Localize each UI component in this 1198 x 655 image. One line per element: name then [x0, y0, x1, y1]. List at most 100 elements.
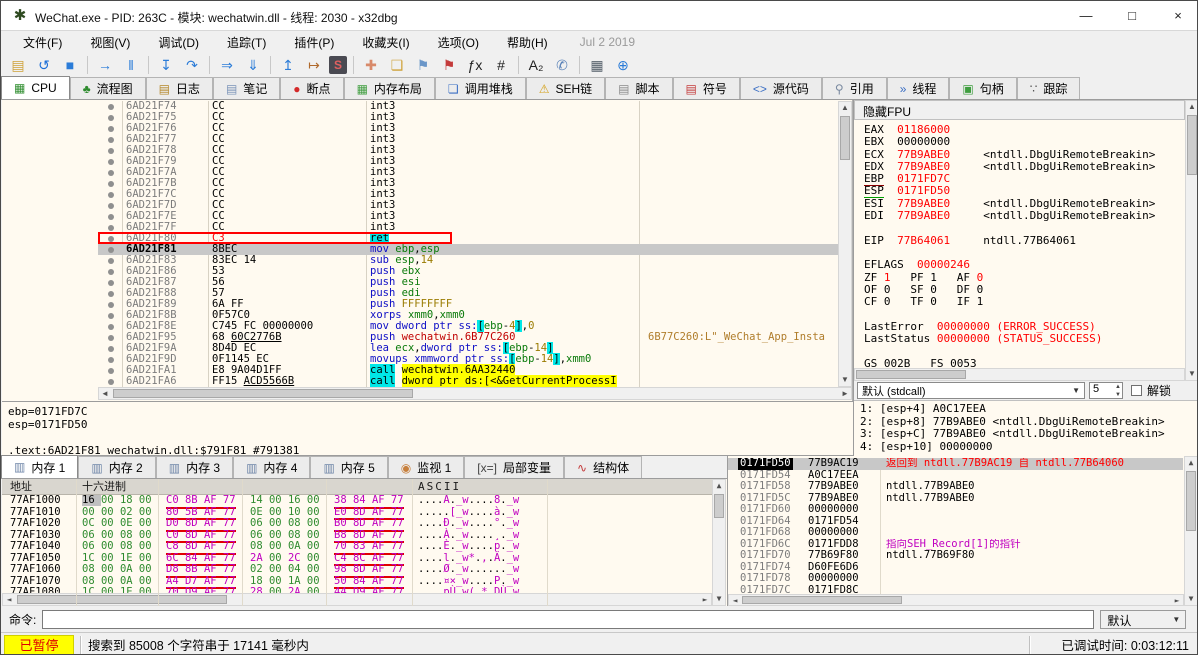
tab-struct[interactable]: ∿结构体 — [564, 456, 642, 478]
stack-row[interactable]: 0171FD6C0171FDD8指向SEH_Record[1]的指针 — [728, 539, 1183, 551]
stack-panel[interactable]: 0171FD5077B9AC19返回到 ntdll.77B9AC19 自 ntd… — [727, 456, 1198, 606]
breakpoint-dot-icon[interactable] — [108, 302, 114, 308]
breakpoint-dot-icon[interactable] — [108, 357, 114, 363]
tab-script[interactable]: ▤脚本 — [605, 77, 672, 99]
calculator-icon[interactable]: ▦ — [586, 55, 608, 75]
disasm-row[interactable]: 6AD21F80C3ret — [98, 233, 839, 244]
execute-till-return-icon[interactable]: ↥ — [277, 55, 299, 75]
step-down-icon[interactable]: ⇓ — [242, 55, 264, 75]
disasm-row[interactable]: 6AD21F77CCint3 — [98, 134, 839, 145]
scroll-down-arrow[interactable]: ▼ — [839, 374, 851, 386]
stack-row[interactable]: 0171FD640171FD54 — [728, 516, 1183, 528]
seh-chain-step-icon[interactable]: S — [329, 56, 347, 74]
favourites-globe-icon[interactable]: ⊕ — [612, 55, 634, 75]
unlock-checkbox[interactable] — [1131, 385, 1142, 396]
argument-count-stepper[interactable]: 5 ▲▼ — [1089, 382, 1123, 399]
disasm-row[interactable]: 6AD21F8857push edi — [98, 288, 839, 299]
breakpoint-dot-icon[interactable] — [108, 346, 114, 352]
disasm-vscrollbar[interactable]: ▲ ▼ — [838, 101, 852, 387]
tab-memory-map[interactable]: ▦内存布局 — [344, 77, 435, 99]
disasm-row[interactable]: 6AD21F7ACCint3 — [98, 167, 839, 178]
patch-icon[interactable]: ✚ — [360, 55, 382, 75]
breakpoint-dot-icon[interactable] — [108, 247, 114, 253]
breakpoint-dot-icon[interactable] — [108, 203, 114, 209]
breakpoint-dot-icon[interactable] — [108, 368, 114, 374]
stack-row[interactable]: 0171FD6800000000 — [728, 527, 1183, 539]
disasm-row[interactable]: 6AD21F896A FFpush FFFFFFFF — [98, 299, 839, 310]
breakpoint-dot-icon[interactable] — [108, 104, 114, 110]
disasm-row[interactable]: 6AD21F79CCint3 — [98, 156, 839, 167]
scroll-up-arrow[interactable]: ▲ — [839, 102, 851, 114]
step-over-icon[interactable]: ↷ — [181, 55, 203, 75]
arguments-view[interactable]: 1: [esp+4] A0C17EEA2: [esp+8] 77B9ABE0 <… — [854, 400, 1198, 456]
breakpoint-dot-icon[interactable] — [108, 324, 114, 330]
open-icon[interactable]: ▤ — [7, 55, 29, 75]
disasm-row[interactable]: 6AD21F74CCint3 — [98, 101, 839, 112]
disasm-row[interactable]: 6AD21F7CCCint3 — [98, 189, 839, 200]
breakpoint-dot-icon[interactable] — [108, 115, 114, 121]
scroll-left-arrow[interactable]: ◄ — [99, 388, 111, 400]
breakpoint-dot-icon[interactable] — [108, 335, 114, 341]
tab-dump-3[interactable]: ▥内存 3 — [156, 456, 233, 478]
tab-symbols[interactable]: ▤符号 — [673, 77, 740, 99]
stack-row[interactable]: 0171FD5C77B9ABE0ntdll.77B9ABE0 — [728, 493, 1183, 505]
breakpoint-dot-icon[interactable] — [108, 137, 114, 143]
disassembly-panel[interactable]: 6AD21F74CCint36AD21F75CCint36AD21F76CCin… — [2, 100, 853, 401]
disasm-row[interactable]: 6AD21F7ECCint3 — [98, 211, 839, 222]
disasm-row[interactable]: 6AD21F76CCint3 — [98, 123, 839, 134]
tab-call-stack[interactable]: ❏调用堆栈 — [435, 77, 526, 99]
bookmark-icon[interactable]: ⚑ — [438, 55, 460, 75]
function-icon[interactable]: ƒx — [464, 55, 486, 75]
minimize-button[interactable]: — — [1065, 1, 1107, 31]
stack-row[interactable]: 0171FD6000000000 — [728, 504, 1183, 516]
disasm-row[interactable]: 6AD21F7BCCint3 — [98, 178, 839, 189]
hash-icon[interactable]: # — [490, 55, 512, 75]
menu-options[interactable]: 选项(O) — [428, 34, 489, 52]
disasm-row[interactable]: 6AD21FA6FF15 ACD5566Bcall dword ptr ds:[… — [98, 376, 839, 387]
menu-plugins[interactable]: 插件(P) — [284, 34, 344, 52]
stack-row[interactable]: 0171FD7800000000 — [728, 573, 1183, 585]
logger-icon[interactable]: ✆ — [551, 55, 573, 75]
tab-source[interactable]: <>源代码 — [740, 77, 822, 99]
disasm-row[interactable]: 6AD21F8756push esi — [98, 277, 839, 288]
disasm-row[interactable]: 6AD21F75CCint3 — [98, 112, 839, 123]
restart-icon[interactable]: ↺ — [33, 55, 55, 75]
stack-row[interactable]: 0171FD5877B9ABE0ntdll.77B9ABE0 — [728, 481, 1183, 493]
tab-threads[interactable]: »线程 — [887, 77, 950, 99]
tab-log[interactable]: ▤日志 — [146, 77, 213, 99]
register-list[interactable]: EAX 01186000EBX 00000000ECX 77B9ABE0 <nt… — [864, 124, 1184, 368]
animate-into-icon[interactable]: ⇒ — [216, 55, 238, 75]
disasm-row[interactable]: 6AD21F78CCint3 — [98, 145, 839, 156]
registers-hscrollbar[interactable] — [854, 368, 1185, 381]
breakpoint-dot-icon[interactable] — [108, 225, 114, 231]
disasm-hscrollbar[interactable]: ◄ ► — [98, 387, 852, 400]
tab-handles[interactable]: ▣句柄 — [949, 77, 1016, 99]
label-icon[interactable]: ⚑ — [412, 55, 434, 75]
disasm-row[interactable]: 6AD21F7DCCint3 — [98, 200, 839, 211]
tab-watch-1[interactable]: ◉监视 1 — [388, 456, 465, 478]
breakpoint-dot-icon[interactable] — [108, 159, 114, 165]
tab-trace[interactable]: ∵跟踪 — [1017, 77, 1081, 99]
dump-panel[interactable]: 地址 十六进制 ASCII 77AF100016 00 18 00C0 8B A… — [2, 479, 727, 606]
menu-favourites[interactable]: 收藏夹(I) — [352, 34, 419, 52]
breakpoint-dot-icon[interactable] — [108, 148, 114, 154]
stop-icon[interactable]: ■ — [59, 55, 81, 75]
menu-view[interactable]: 视图(V) — [80, 34, 140, 52]
breakpoint-dot-icon[interactable] — [108, 291, 114, 297]
registers-vscrollbar[interactable]: ▲ ▼ — [1185, 100, 1198, 381]
breakpoint-dot-icon[interactable] — [108, 192, 114, 198]
disasm-row[interactable]: 6AD21F818BECmov ebp,esp — [98, 244, 839, 255]
disasm-row[interactable]: 6AD21F8383EC 14sub esp,14 — [98, 255, 839, 266]
tab-graph[interactable]: ♣流程图 — [70, 77, 146, 99]
breakpoint-dot-icon[interactable] — [108, 313, 114, 319]
stack-vscrollbar[interactable]: ▲ ▼ — [1184, 456, 1198, 606]
comment-icon[interactable]: ❏ — [386, 55, 408, 75]
menu-help[interactable]: 帮助(H) — [497, 34, 558, 52]
menu-trace[interactable]: 追踪(T) — [217, 34, 276, 52]
tab-breakpoints[interactable]: ●断点 — [280, 77, 343, 99]
hide-fpu-button[interactable]: 隐藏FPU — [854, 100, 1185, 120]
breakpoint-dot-icon[interactable] — [108, 126, 114, 132]
breakpoint-dot-icon[interactable] — [108, 258, 114, 264]
breakpoint-dot-icon[interactable] — [108, 280, 114, 286]
pause-icon[interactable]: ‖ — [120, 55, 142, 75]
